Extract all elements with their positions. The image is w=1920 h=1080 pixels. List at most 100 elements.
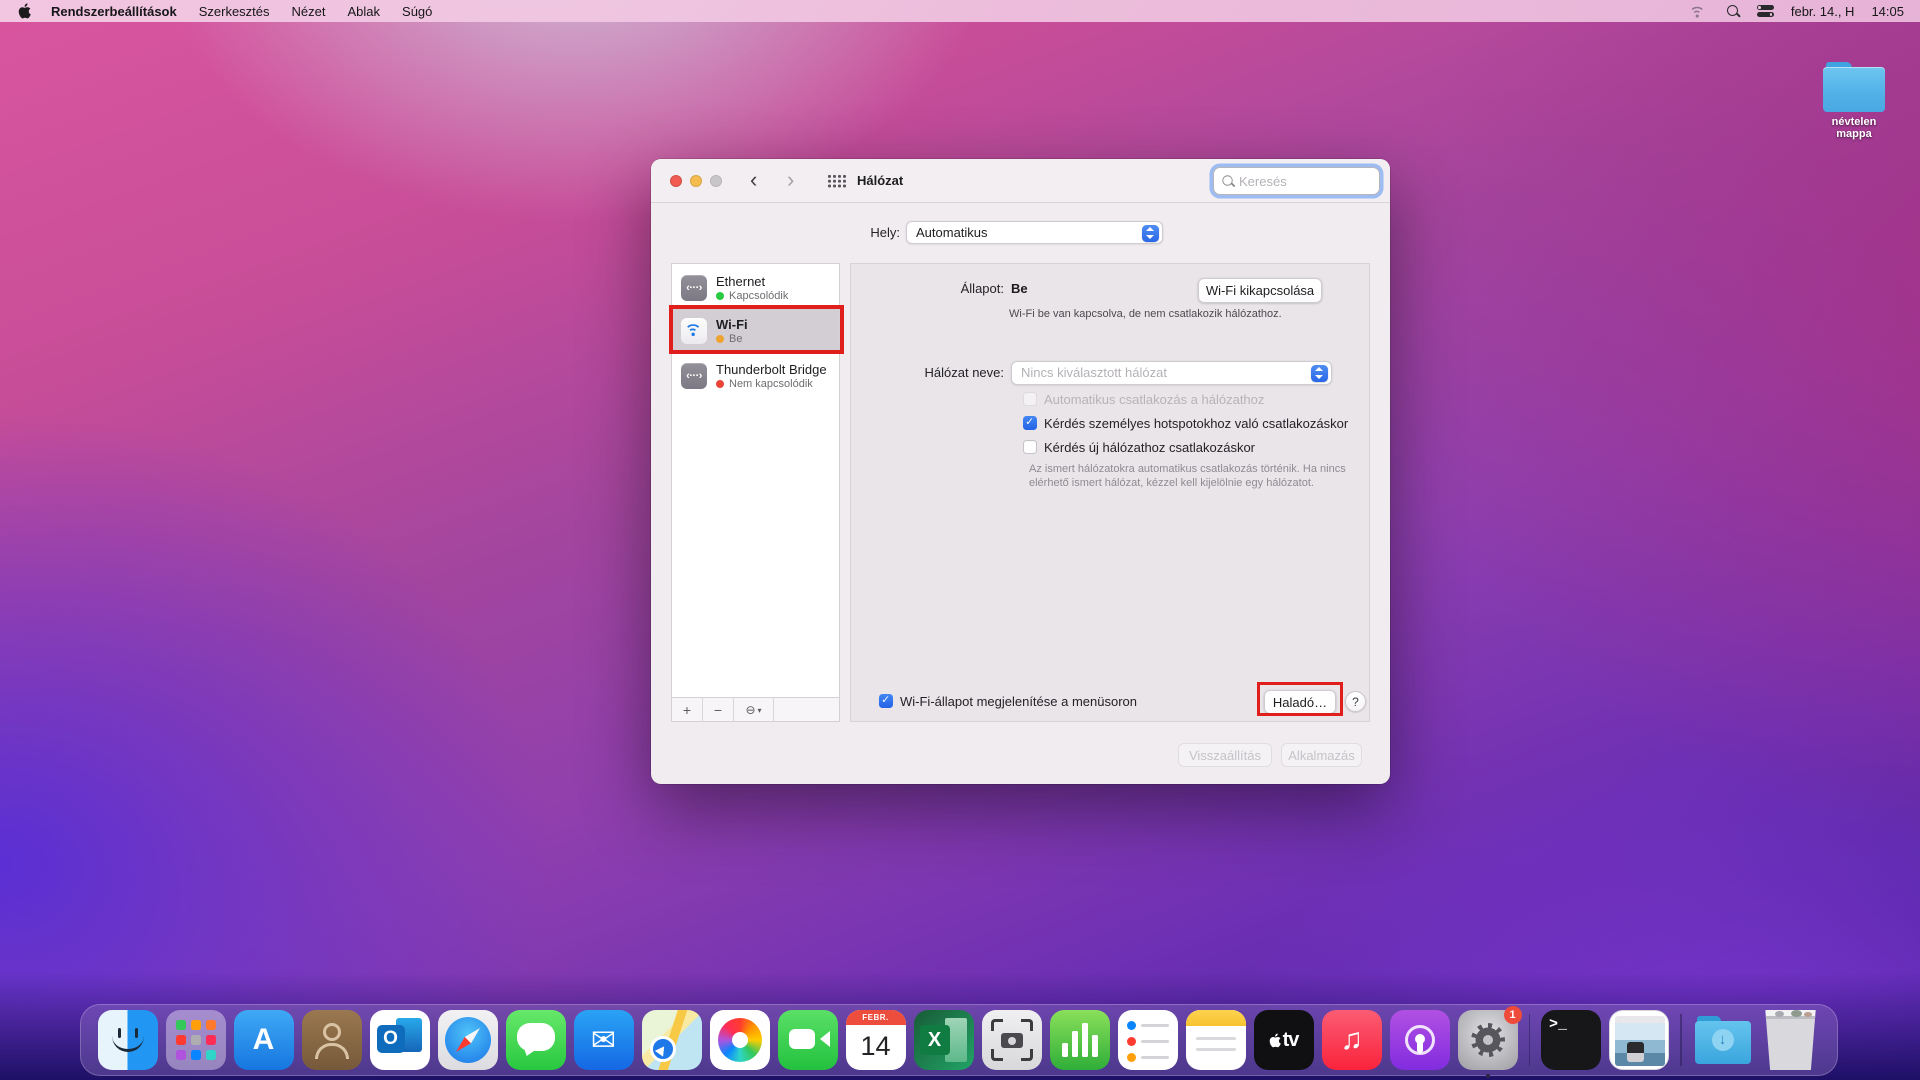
menu-bar: Rendszerbeállítások Szerkesztés Nézet Ab…	[0, 0, 1920, 22]
status-label: Állapot:	[851, 281, 1004, 296]
search-icon	[1221, 174, 1234, 187]
dock-finder-icon[interactable]	[98, 1010, 158, 1070]
dock-podcasts-icon[interactable]	[1390, 1010, 1450, 1070]
dock-launchpad-icon[interactable]	[166, 1010, 226, 1070]
service-name: Wi-Fi	[716, 317, 748, 332]
dock-mail-icon[interactable]: ✉	[574, 1010, 634, 1070]
action-menu-button[interactable]: ⊖▾	[734, 698, 774, 721]
menubar-status-checkbox[interactable]	[879, 694, 893, 708]
dock-trash-icon[interactable]	[1761, 1010, 1821, 1070]
menu-bar-left: Rendszerbeállítások Szerkesztés Nézet Ab…	[0, 3, 432, 19]
new-network-checkbox[interactable]	[1023, 440, 1037, 454]
remove-service-button[interactable]: −	[703, 698, 734, 721]
dock-system-preferences-icon[interactable]: 1	[1458, 1010, 1518, 1070]
dock-maps-icon[interactable]	[642, 1010, 702, 1070]
auto-join-label: Automatikus csatlakozás a hálózathoz	[1044, 392, 1264, 407]
dock-safari-icon[interactable]	[438, 1010, 498, 1070]
sidebar-toolbar: + − ⊖▾	[672, 697, 839, 721]
sidebar-item-thunderbolt-bridge[interactable]: ‹···› Thunderbolt Bridge Nem kapcsolódik	[672, 357, 839, 395]
back-button[interactable]: ‹	[750, 159, 757, 203]
status-dot-red	[716, 380, 724, 388]
desktop-folder-label: névtelen mappa	[1818, 116, 1890, 140]
dock-numbers-icon[interactable]	[1050, 1010, 1110, 1070]
service-name: Ethernet	[716, 274, 788, 289]
search-field[interactable]	[1213, 167, 1380, 195]
wifi-turn-off-button[interactable]: Wi-Fi kikapcsolása	[1198, 278, 1322, 303]
dock-divider	[1529, 1014, 1531, 1066]
dock-desktop-picture-app-icon[interactable]	[1609, 1010, 1669, 1070]
desktop-folder[interactable]: névtelen mappa	[1818, 62, 1890, 140]
menu-bar-date[interactable]: febr. 14., H	[1791, 4, 1855, 19]
network-name-label: Hálózat neve:	[851, 365, 1004, 380]
hotspot-checkbox[interactable]	[1023, 416, 1037, 430]
dock-divider	[1680, 1014, 1682, 1066]
location-dropdown[interactable]: Automatikus	[906, 221, 1163, 244]
search-input[interactable]	[1239, 169, 1374, 193]
apple-menu[interactable]	[18, 3, 31, 19]
dock-outlook-icon[interactable]: O	[370, 1010, 430, 1070]
checkbox-row-auto-join: Automatikus csatlakozás a hálózathoz	[1023, 392, 1264, 407]
ethernet-icon: ‹···›	[681, 275, 707, 301]
dock-facetime-icon[interactable]	[778, 1010, 838, 1070]
service-name: Thunderbolt Bridge	[716, 362, 827, 377]
running-indicator	[1486, 1074, 1490, 1078]
advanced-button[interactable]: Haladó…	[1264, 690, 1336, 714]
desktop: { "menu_bar": { "app_name": "Rendszerbeá…	[0, 0, 1920, 1080]
forward-button[interactable]: ›	[787, 159, 794, 203]
service-status: Kapcsolódik	[729, 290, 788, 302]
status-value: Be	[1011, 281, 1028, 296]
dock-reminders-icon[interactable]	[1118, 1010, 1178, 1070]
menu-bar-status: febr. 14., H 14:05	[1687, 2, 1920, 21]
dock-screenshot-icon[interactable]	[982, 1010, 1042, 1070]
gear-icon	[1471, 1023, 1505, 1057]
menu-item-szerkesztes[interactable]: Szerkesztés	[199, 4, 270, 19]
sidebar-item-wifi[interactable]: Wi-Fi Be	[672, 308, 839, 353]
location-label: Hely:	[651, 225, 900, 240]
menu-app-name[interactable]: Rendszerbeállítások	[51, 4, 177, 19]
minimize-button[interactable]	[690, 175, 702, 187]
add-service-button[interactable]: +	[672, 698, 703, 721]
new-network-label: Kérdés új hálózathoz csatlakozáskor	[1044, 440, 1255, 455]
checkbox-row-menubar-status: Wi-Fi-állapot megjelenítése a menüsoron	[879, 694, 1137, 709]
status-dot-orange	[716, 335, 724, 343]
dock-excel-icon[interactable]: X	[914, 1010, 974, 1070]
spotlight-search-icon[interactable]	[1726, 4, 1740, 18]
window-title: Hálózat	[857, 159, 903, 203]
dock-app-store-icon[interactable]: A	[234, 1010, 294, 1070]
zoom-button	[710, 175, 722, 187]
menu-bar-time[interactable]: 14:05	[1871, 4, 1904, 19]
status-dot-green	[716, 292, 724, 300]
dropdown-stepper-icon	[1142, 225, 1159, 242]
help-button[interactable]: ?	[1345, 691, 1366, 712]
dock-apple-tv-icon[interactable]: tv	[1254, 1010, 1314, 1070]
dock-downloads-folder-icon[interactable]: ↓	[1693, 1010, 1753, 1070]
dock-calendar-icon[interactable]: FEBR. 14	[846, 1010, 906, 1070]
folder-icon	[1823, 62, 1885, 112]
menu-item-ablak[interactable]: Ablak	[348, 4, 381, 19]
wifi-status-icon[interactable]	[1689, 5, 1706, 18]
services-sidebar: ‹···› Ethernet Kapcsolódik Wi-Fi Be ‹···…	[671, 263, 840, 722]
hotspot-label: Kérdés személyes hotspotokhoz való csatl…	[1044, 416, 1348, 431]
apply-button: Alkalmazás	[1281, 743, 1362, 767]
dock-photos-icon[interactable]	[710, 1010, 770, 1070]
menu-item-nezet[interactable]: Nézet	[292, 4, 326, 19]
thunderbolt-bridge-icon: ‹···›	[681, 363, 707, 389]
sidebar-item-ethernet[interactable]: ‹···› Ethernet Kapcsolódik	[672, 269, 839, 307]
show-all-grid-icon[interactable]	[827, 174, 846, 188]
close-button[interactable]	[670, 175, 682, 187]
apple-logo-icon	[18, 3, 31, 19]
menu-item-sugo[interactable]: Súgó	[402, 4, 432, 19]
network-name-dropdown: Nincs kiválasztott hálózat	[1011, 361, 1332, 385]
dock-music-icon[interactable]: ♫	[1322, 1010, 1382, 1070]
title-bar[interactable]: ‹ › Hálózat	[651, 159, 1390, 203]
control-center-icon[interactable]	[1757, 5, 1774, 17]
auto-join-note-line2: elérhető ismert hálózat, kézzel kell kij…	[1029, 477, 1314, 491]
dock-terminal-icon[interactable]: >_	[1541, 1010, 1601, 1070]
dock-messages-icon[interactable]	[506, 1010, 566, 1070]
wifi-settings-panel: Állapot: Be Wi-Fi kikapcsolása Wi-Fi be …	[850, 263, 1370, 722]
dock-contacts-icon[interactable]	[302, 1010, 362, 1070]
dock-notes-icon[interactable]	[1186, 1010, 1246, 1070]
menubar-status-label: Wi-Fi-állapot megjelenítése a menüsoron	[900, 694, 1137, 709]
status-description: Wi-Fi be van kapcsolva, de nem csatlakoz…	[1009, 308, 1319, 320]
service-status: Be	[729, 333, 742, 345]
